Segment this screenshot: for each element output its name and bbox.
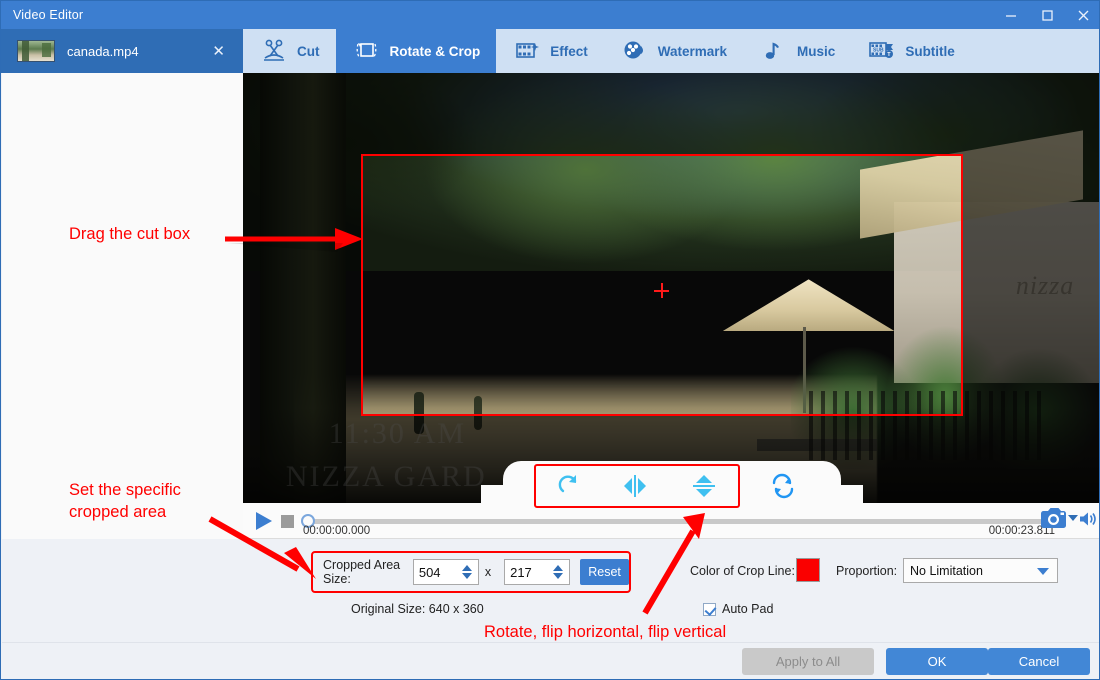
refresh-icon[interactable] [763,469,803,503]
film-star-icon [512,37,542,65]
editor-tabs: Cut Rotate & Crop Effect Watermark Music… [243,29,971,73]
annotation-arrow-2 [208,516,316,579]
proportion-select[interactable]: No Limitation [903,558,1058,583]
flip-horizontal-icon[interactable] [614,469,660,503]
file-thumbnail [17,40,55,62]
tab-watermark-label: Watermark [657,43,728,59]
file-close-icon[interactable]: ✕ [202,44,235,59]
tab-effect[interactable]: Effect [496,29,604,73]
crop-width-stepper[interactable] [412,559,479,585]
tab-music[interactable]: Music [743,29,851,73]
tab-rotate-crop[interactable]: Rotate & Crop [335,29,497,73]
window-controls [993,1,1099,29]
tab-music-label: Music [797,43,836,59]
tab-effect-label: Effect [550,43,588,59]
annotation-arrow-1 [225,228,363,252]
reset-button[interactable]: Reset [580,559,629,585]
video-preview[interactable]: nizza 11:30 AM NIZZA GARD [243,73,1099,503]
dimension-separator: x [484,565,492,579]
scissors-icon [259,37,289,65]
proportion-label: Proportion: [836,564,898,578]
close-icon[interactable] [1065,1,1099,29]
subtitle-icon: SUB T [867,37,897,65]
tab-subtitle[interactable]: SUB T Subtitle [851,29,971,73]
video-watermark-place: NIZZA GARD [285,460,487,493]
window-title: Video Editor [13,8,84,22]
crop-width-input[interactable] [413,560,460,584]
tab-watermark[interactable]: Watermark [604,29,743,73]
tab-cut[interactable]: Cut [243,29,336,73]
tab-rotate-crop-label: Rotate & Crop [389,43,481,59]
file-tab[interactable]: canada.mp4 ✕ [1,29,243,73]
video-watermark-time: 11:30 AM [328,417,467,450]
building-sign: nizza [1015,270,1075,300]
crop-height-arrows[interactable] [551,565,569,579]
chevron-up-icon[interactable] [553,565,564,571]
crop-height-input[interactable] [505,560,552,584]
maximize-icon[interactable] [1029,1,1065,29]
chevron-down-icon[interactable] [461,573,472,579]
crop-width-arrows[interactable] [460,565,478,579]
camera-icon[interactable] [1040,506,1070,530]
annotation-drag-cut-box: Drag the cut box [69,225,191,243]
chevron-down-icon[interactable] [553,573,564,579]
rotate-tool-group [534,464,740,508]
ok-button[interactable]: OK [886,648,988,675]
annotation-set-cropped-area: Set the specific cropped area [69,481,181,522]
apply-to-all-button[interactable]: Apply to All [742,648,874,675]
flip-vertical-icon[interactable] [681,469,727,503]
crop-center-crosshair [654,283,669,298]
chevron-down-icon[interactable] [1037,568,1049,575]
annotation-rotate-flip: Rotate, flip horizontal, flip vertical [484,623,727,641]
crop-line-color-swatch[interactable] [796,558,820,582]
left-panel [2,73,243,539]
footer-bar: Apply to All OK Cancel [2,642,1099,679]
minimize-icon[interactable] [993,1,1029,29]
chevron-up-icon[interactable] [461,565,472,571]
cancel-button[interactable]: Cancel [988,648,1090,675]
crop-height-stepper[interactable] [504,559,571,585]
crop-icon [352,37,382,65]
tab-subtitle-label: Subtitle [905,43,955,59]
top-toolbar: canada.mp4 ✕ Cut Rotate & Crop Effect Wa… [1,29,1099,73]
speaker-icon[interactable] [1078,510,1098,528]
rotate-clockwise-icon[interactable] [547,469,593,503]
cropped-area-size-group: Cropped Area Size: x Reset [311,551,631,593]
annotation-arrow-3 [642,513,705,615]
chevron-down-icon[interactable] [1068,515,1078,521]
droplet-icon [620,37,650,65]
svg-text:SUB: SUB [873,47,884,53]
proportion-value: No Limitation [910,563,983,578]
original-size-label: Original Size: 640 x 360 [351,602,484,616]
file-tab-label: canada.mp4 [67,43,139,59]
title-bar: Video Editor [1,1,1099,29]
music-note-icon [759,37,789,65]
tab-cut-label: Cut [297,43,320,59]
video-editor-window: Video Editor canada.mp4 ✕ Cut Rotate & C… [0,0,1100,680]
